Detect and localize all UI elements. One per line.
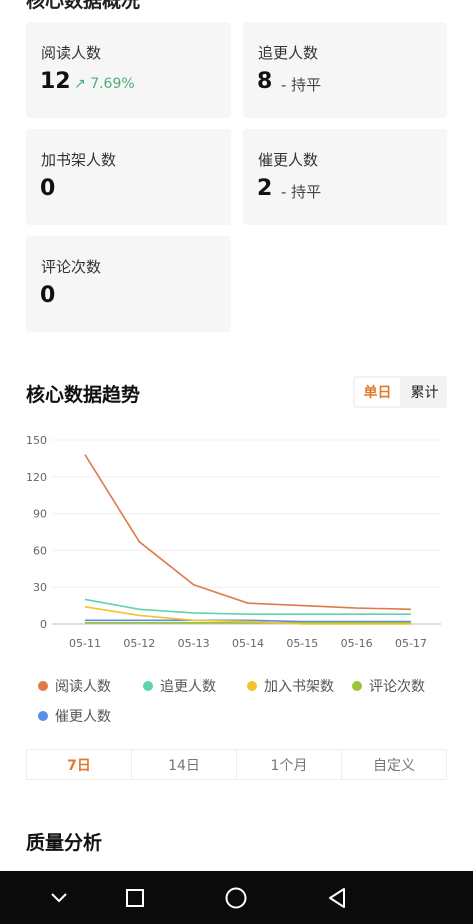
stat-change: - 持平 (281, 76, 322, 94)
legend-dot (352, 681, 362, 691)
stat-value: 8 (257, 69, 273, 94)
y-tick-label: 90 (33, 508, 47, 521)
stat-card-urgers[interactable]: 催更人数 2 - 持平 (243, 129, 447, 225)
system-navigation-bar (0, 871, 473, 924)
circle-icon (225, 887, 247, 909)
y-tick-label: 0 (40, 618, 47, 631)
overview-section-title: 核心数据概况 (26, 0, 141, 12)
nav-home-button[interactable] (221, 883, 251, 913)
y-tick-label: 30 (33, 581, 47, 594)
legend-item[interactable]: 评论次数 (352, 676, 425, 696)
nav-recents-button[interactable] (120, 883, 150, 913)
x-tick-label: 05-11 (69, 637, 101, 650)
legend-dot (38, 681, 48, 691)
legend-item[interactable]: 追更人数 (143, 676, 216, 696)
x-tick-label: 05-17 (395, 637, 427, 650)
y-tick-label: 120 (26, 471, 47, 484)
x-tick-label: 05-12 (123, 637, 155, 650)
stat-value: 2 (257, 176, 273, 201)
stat-card-comments[interactable]: 评论次数 0 (26, 236, 231, 332)
range-1-month[interactable]: 1个月 (237, 750, 342, 779)
range-14-days[interactable]: 14日 (132, 750, 237, 779)
triangle-back-icon (329, 888, 345, 908)
legend-item[interactable]: 催更人数 (38, 706, 111, 726)
x-tick-label: 05-14 (232, 637, 264, 650)
stat-value: 0 (40, 176, 56, 201)
y-tick-label: 60 (33, 544, 47, 557)
x-tick-label: 05-13 (178, 637, 210, 650)
stat-label: 评论次数 (41, 258, 102, 276)
series-line (84, 598, 411, 615)
square-icon (126, 889, 144, 907)
series-line (84, 454, 412, 611)
stat-label: 阅读人数 (41, 44, 102, 62)
range-7-days[interactable]: 7日 (27, 750, 132, 779)
legend-item[interactable]: 阅读人数 (38, 676, 111, 696)
legend-dot (38, 711, 48, 721)
trend-section-title: 核心数据趋势 (26, 384, 141, 406)
stat-card-readers[interactable]: 阅读人数 12 ↗ 7.69% (26, 22, 231, 118)
stat-value: 12 (40, 69, 71, 94)
stat-label: 催更人数 (258, 151, 319, 169)
stat-change: ↗ 7.69% (74, 76, 135, 92)
trend-mode-toggle[interactable]: 单日 累计 (353, 376, 447, 408)
arrow-up-icon: ↗ (74, 76, 86, 92)
stat-label: 加书架人数 (41, 151, 117, 169)
trend-line-chart: 0 30 60 90 120 150 05-11 05-12 05-13 05-14 05-15 05… (26, 434, 441, 650)
stat-change: - 持平 (281, 183, 322, 201)
x-tick-label: 05-16 (341, 637, 373, 650)
stat-value: 0 (40, 283, 56, 308)
legend-dot (247, 681, 257, 691)
stat-card-followers[interactable]: 追更人数 8 - 持平 (243, 22, 447, 118)
toggle-single-day[interactable]: 单日 (355, 378, 400, 406)
y-tick-label: 150 (26, 434, 47, 447)
legend-item[interactable]: 加入书架数 (247, 676, 334, 696)
stat-label: 追更人数 (258, 44, 319, 62)
x-tick-label: 05-15 (286, 637, 318, 650)
chevron-down-icon (51, 893, 67, 903)
legend-dot (143, 681, 153, 691)
range-custom[interactable]: 自定义 (342, 750, 446, 779)
toggle-cumulative[interactable]: 累计 (402, 376, 447, 408)
stat-card-bookshelf[interactable]: 加书架人数 0 (26, 129, 231, 225)
quality-section-title: 质量分析 (26, 832, 103, 854)
nav-down-button[interactable] (44, 883, 74, 913)
date-range-selector[interactable]: 7日 14日 1个月 自定义 (26, 749, 447, 780)
nav-back-button[interactable] (322, 883, 352, 913)
